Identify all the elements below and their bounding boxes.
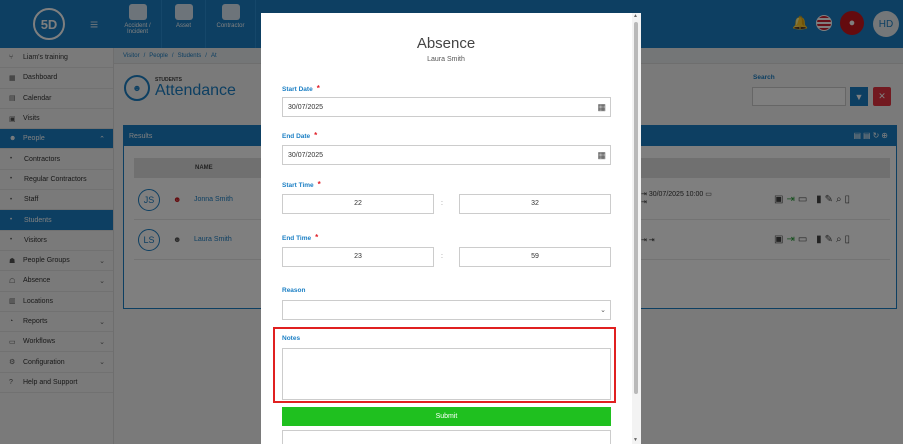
modal-title: Absence	[416, 35, 476, 52]
start-date-label: Start Date *	[282, 84, 320, 93]
modal-scrollbar[interactable]: ▲ ▼	[632, 13, 641, 444]
notes-textarea[interactable]	[282, 348, 611, 400]
end-hour-input[interactable]: 23	[282, 247, 434, 267]
cancel-button[interactable]	[282, 430, 611, 444]
required-mark: *	[317, 180, 321, 189]
required-mark: *	[314, 131, 318, 140]
start-time-label: Start Time *	[282, 180, 321, 189]
time-separator: :	[441, 200, 443, 207]
start-date-input[interactable]: 30/07/2025 ▦	[282, 97, 611, 117]
start-minute-input[interactable]: 32	[459, 194, 611, 214]
notes-label: Notes	[282, 335, 301, 342]
submit-button[interactable]: Submit	[282, 407, 611, 426]
scroll-up-icon[interactable]: ▲	[633, 13, 638, 19]
modal-subtitle: Laura Smith	[427, 56, 465, 63]
end-time-label: End Time *	[282, 233, 319, 242]
reason-label: Reason	[282, 287, 306, 294]
end-minute-input[interactable]: 59	[459, 247, 611, 267]
absence-modal: Absence Laura Smith Start Date * 30/07/20…	[261, 13, 641, 444]
required-mark: *	[315, 233, 319, 242]
required-mark: *	[316, 84, 320, 93]
end-date-input[interactable]: 30/07/2025 ▦	[282, 145, 611, 165]
time-separator: :	[441, 253, 443, 260]
end-date-label: End Date *	[282, 131, 318, 140]
reason-select[interactable]: ⌄	[282, 300, 611, 320]
chevron-down-icon: ⌄	[600, 307, 606, 314]
calendar-icon[interactable]: ▦	[597, 102, 606, 113]
calendar-icon[interactable]: ▦	[597, 150, 606, 161]
start-hour-input[interactable]: 22	[282, 194, 434, 214]
scroll-thumb[interactable]	[634, 22, 638, 394]
scroll-down-icon[interactable]: ▼	[633, 437, 638, 443]
